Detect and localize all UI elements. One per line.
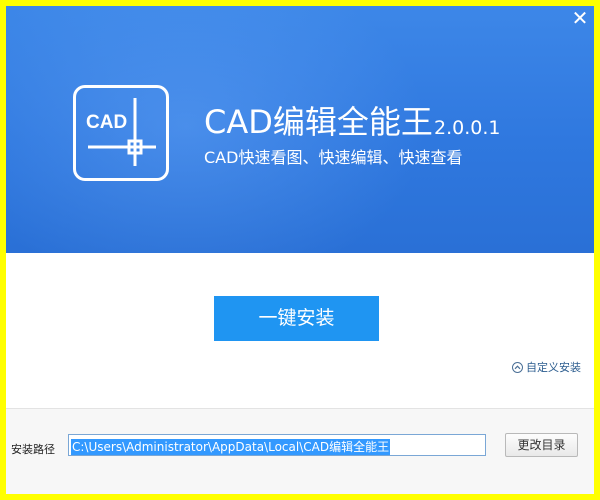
custom-install-label: 自定义安装 — [526, 361, 581, 374]
install-path-value: C:\Users\Administrator\AppData\Local\CAD… — [71, 439, 391, 455]
app-logo: CAD — [73, 85, 169, 181]
custom-install-link[interactable]: 自定义安装 — [512, 359, 581, 375]
app-version: 2.0.0.1 — [434, 117, 501, 139]
installer-window: ✕ CAD CAD编辑全能王 2.0.0.1 CAD快速看图、快速编辑、快速查看… — [0, 0, 600, 500]
install-path-label: 安装路径 — [11, 443, 55, 456]
install-path-input[interactable]: C:\Users\Administrator\AppData\Local\CAD… — [68, 434, 486, 456]
logo-text: CAD — [86, 112, 128, 133]
app-title: CAD编辑全能王 — [204, 103, 433, 141]
chevron-up-circle-icon — [512, 361, 523, 373]
header-banner: ✕ CAD CAD编辑全能王 2.0.0.1 CAD快速看图、快速编辑、快速查看 — [6, 6, 594, 253]
one-click-install-button[interactable]: 一键安装 — [214, 296, 379, 341]
close-icon[interactable]: ✕ — [570, 8, 590, 28]
app-tagline: CAD快速看图、快速编辑、快速查看 — [204, 148, 463, 167]
change-directory-button[interactable]: 更改目录 — [505, 433, 578, 457]
